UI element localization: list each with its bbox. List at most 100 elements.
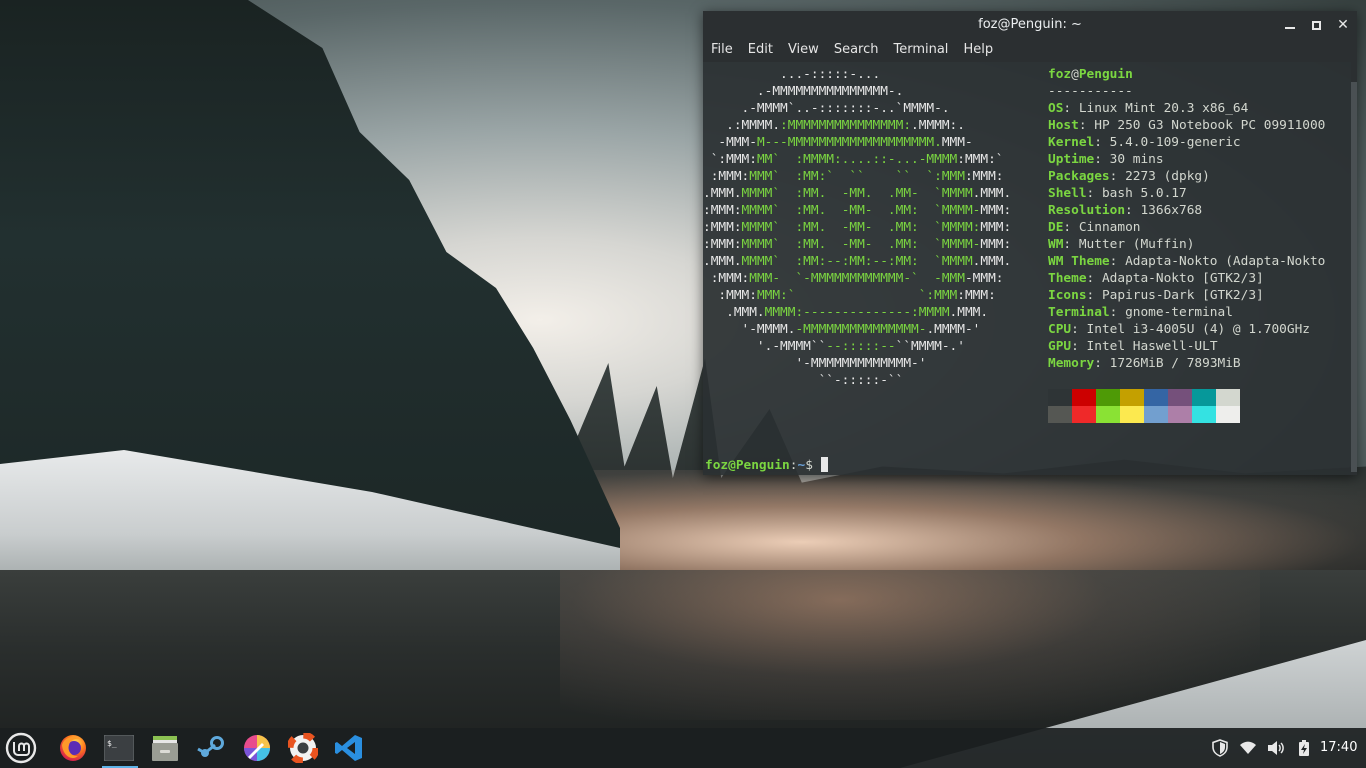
close-button[interactable]: ✕ (1333, 15, 1353, 35)
logo-segment: .MMM. (703, 305, 765, 320)
wallpaper-river-glow (560, 570, 1260, 720)
palette-row-bright (1048, 406, 1240, 423)
clock[interactable]: 17:40 (1320, 740, 1357, 755)
vscode-launcher[interactable] (332, 732, 366, 764)
scrollbar-thumb[interactable] (1351, 82, 1357, 472)
battery-tray[interactable] (1291, 728, 1317, 768)
info-value: 2273 (dpkg) (1125, 169, 1210, 184)
color-swatch (1144, 406, 1168, 423)
volume-tray[interactable] (1263, 728, 1289, 768)
logo-segment: '-MMMM. (703, 322, 796, 337)
text-cursor (820, 457, 828, 472)
info-value: Adapta-Nokto (Adapta-Nokto (1125, 254, 1326, 269)
logo-line: '.-MMMM``--:::::--``MMMM-.' (703, 338, 1043, 355)
logo-line: .-MMMMMMMMMMMMMMM-. (703, 83, 1043, 100)
network-tray[interactable] (1235, 728, 1261, 768)
color-swatch (1072, 389, 1096, 406)
info-row: Memory: 1726MiB / 7893MiB (1048, 356, 1241, 371)
logo-line: :MMM:MMMM` :MM. -MM- .MM: `MMMM-MMM: (703, 202, 1043, 219)
logo-segment: -MMMMMMMMMMMMMMM- (795, 322, 927, 337)
logo-segment: -MMM- (703, 135, 757, 150)
terminal-output[interactable]: ...-:::::-... .-MMMMMMMMMMMMMMM-. .-MMMM… (703, 62, 1351, 475)
shell-prompt[interactable]: foz@Penguin:~$ (705, 457, 828, 474)
info-row: Packages: 2273 (dpkg) (1048, 169, 1210, 184)
info-key: Resolution (1048, 203, 1126, 218)
color-picker-launcher[interactable] (240, 732, 274, 764)
info-user: foz (1048, 67, 1072, 82)
info-header: foz@Penguin (1048, 66, 1348, 83)
window-titlebar[interactable]: foz@Penguin: ~ ✕ (703, 11, 1357, 38)
logo-segment: MMM: (980, 237, 1012, 252)
logo-line: .MMM.MMMM:--------------:MMMM.MMM. (703, 304, 1043, 321)
help-launcher[interactable] (286, 732, 320, 764)
files-icon (152, 736, 178, 761)
logo-segment: .MMM. (703, 254, 742, 269)
logo-segment: MMM` :MM:` `` `` `:MMM (749, 169, 965, 184)
logo-segment: MMM: (980, 203, 1012, 218)
info-value: Adapta-Nokto [GTK2/3] (1101, 271, 1264, 286)
info-value: 1366x768 (1140, 203, 1203, 218)
logo-segment: MM` :MMMM:....::-...-MMMM (756, 152, 958, 167)
logo-segment: :MMM: (703, 271, 750, 286)
firefox-launcher[interactable] (56, 732, 90, 764)
menu-view[interactable]: View (784, 38, 823, 57)
terminal-window[interactable]: foz@Penguin: ~ ✕ File Edit View Search Termi… (703, 11, 1357, 475)
logo-line: .MMM.MMMM` :MM:--:MM:--:MM: `MMMM.MMM. (703, 253, 1043, 270)
color-swatch (1120, 389, 1144, 406)
color-palette (1048, 389, 1240, 423)
steam-icon (197, 736, 224, 757)
svg-text:$_: $_ (107, 739, 117, 748)
window-title: foz@Penguin: ~ (978, 17, 1082, 32)
menu-help[interactable]: Help (959, 38, 997, 57)
logo-line: :MMM:MMMM` :MM. -MM- .MM: `MMMM-MMM: (703, 236, 1043, 253)
logo-segment: `:MMM: (703, 152, 757, 167)
battery-charging-icon (1299, 740, 1309, 756)
menu-button[interactable] (4, 732, 38, 764)
logo-segment: :MMM: (703, 203, 742, 218)
color-swatch (1072, 406, 1096, 423)
logo-segment: :MMM: (957, 288, 996, 303)
logo-line: :MMM:MMM:` `:MMM:MMM: (703, 287, 1043, 304)
info-row: WM Theme: Adapta-Nokto (Adapta-Nokto (1048, 254, 1326, 269)
prompt-user-host: foz@Penguin (705, 458, 790, 473)
color-swatch (1048, 406, 1072, 423)
maximize-button[interactable] (1306, 15, 1326, 35)
logo-segment: ``-:::::-`` (703, 373, 904, 388)
logo-segment: .MMM. (949, 305, 989, 320)
logo-segment: .:MMMM. (703, 118, 781, 133)
minimize-button[interactable] (1280, 15, 1300, 35)
steam-launcher[interactable] (194, 732, 228, 764)
info-key: Icons (1048, 288, 1087, 303)
info-row: CPU: Intel i3-4005U (4) @ 1.700GHz (1048, 322, 1310, 337)
color-swatch (1192, 389, 1216, 406)
terminal-icon: $_ (104, 735, 134, 761)
logo-segment: MMM- `-MMMMMMMMMMMM-` -MMM (749, 271, 965, 286)
info-row: GPU: Intel Haswell-ULT (1048, 339, 1218, 354)
info-key: WM Theme (1048, 254, 1110, 269)
logo-segment: MMM- (941, 135, 973, 150)
terminal-launcher[interactable]: $_ (102, 732, 136, 764)
info-value: Linux Mint 20.3 x86_64 (1078, 101, 1249, 116)
logo-segment: .MMMM:. (911, 118, 965, 133)
volume-icon (1268, 741, 1284, 755)
security-tray[interactable] (1207, 728, 1233, 768)
logo-segment: MMMM` :MM. -MM- .MM: `MMMM- (741, 237, 981, 252)
logo-segment: MMMM` :MM:--:MM:--:MM: `MMMM (741, 254, 973, 269)
menu-terminal[interactable]: Terminal (889, 38, 952, 57)
logo-segment: :MMM: (703, 169, 750, 184)
color-swatch (1216, 406, 1240, 423)
terminal-scrollbar[interactable] (1351, 62, 1357, 475)
mint-ascii-logo: ...-:::::-... .-MMMMMMMMMMMMMMM-. .-MMMM… (703, 66, 1043, 389)
files-launcher[interactable] (148, 732, 182, 764)
menu-edit[interactable]: Edit (744, 38, 777, 57)
logo-segment: .MMM. (703, 186, 742, 201)
logo-line: :MMM:MMMM` :MM. -MM- .MM: `MMMM:MMM: (703, 219, 1043, 236)
menu-search[interactable]: Search (830, 38, 883, 57)
info-row: Host: HP 250 G3 Notebook PC 09911000 (1048, 118, 1326, 133)
menu-file[interactable]: File (707, 38, 737, 57)
info-row: Icons: Papirus-Dark [GTK2/3] (1048, 288, 1264, 303)
logo-line: :MMM:MMM` :MM:` `` `` `:MMM:MMM: (703, 168, 1043, 185)
wifi-icon (1240, 741, 1256, 754)
info-at: @ (1071, 67, 1079, 82)
info-value: gnome-terminal (1125, 305, 1233, 320)
